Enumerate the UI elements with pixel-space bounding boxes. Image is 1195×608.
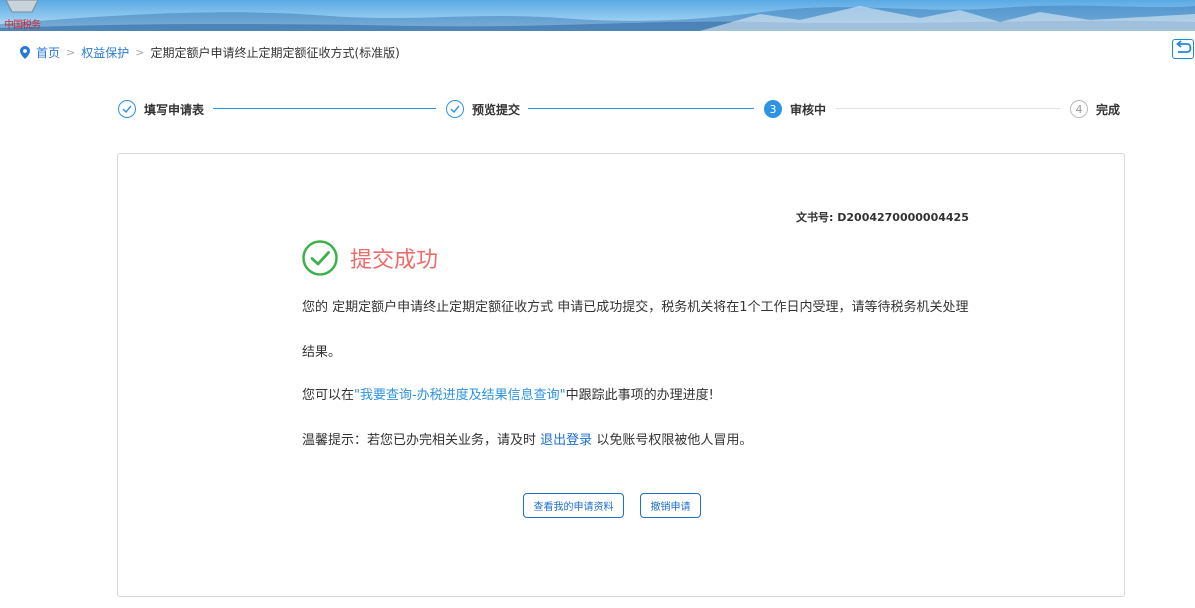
logout-reminder: 温馨提示：若您已办完相关业务，请及时 退出登录 以免账号权限被他人冒用。 [302,429,752,448]
reminder-suffix: 以免账号权限被他人冒用。 [596,433,753,448]
emblem-icon [5,0,39,13]
tip-prefix: 您可以在 [302,388,355,403]
return-arrow-icon [1176,40,1192,53]
result-message-line1: 您的 定期定额户申请终止定期定额征收方式 申请已成功提交，税务机关将在1个工作日… [302,300,969,315]
step-fill-form: 填写申请表 [118,97,204,121]
check-icon [446,100,464,118]
reminder-prefix: 温馨提示：若您已办完相关业务，请及时 [302,433,537,448]
step-reviewing: 3 审核中 [764,97,826,121]
step-connector [528,108,754,109]
step-connector [213,108,436,109]
step-connector [836,108,1060,109]
document-number-value: D2004270000004425 [837,211,969,224]
success-heading: 提交成功 [302,240,438,276]
step-label: 填写申请表 [144,102,205,117]
progress-steps: 填写申请表 预览提交 3 审核中 4 完成 [0,97,1195,121]
result-message-line2: 结果。 [302,345,342,360]
step-preview-submit: 预览提交 [446,97,520,121]
view-application-button[interactable]: 查看我的申请资料 [523,493,624,518]
breadcrumb-current: 定期定额户申请终止定期定额征收方式(标准版) [150,45,400,60]
breadcrumb-separator: > [66,45,76,59]
check-icon [118,100,136,118]
step-label: 预览提交 [472,102,521,117]
step-number: 3 [764,100,782,118]
revoke-application-button[interactable]: 撤销申请 [640,493,701,518]
result-card [117,153,1125,597]
tip-suffix: 中跟踪此事项的办理进度! [565,388,714,403]
back-button[interactable] [1172,39,1194,59]
progress-query-link[interactable]: "我要查询-办税进度及结果信息查询" [354,388,566,403]
success-title: 提交成功 [350,248,439,273]
step-label: 审核中 [790,102,827,117]
tax-logo: 中国税务 [2,0,64,31]
breadcrumb-home-link[interactable]: 首页 [36,44,60,61]
breadcrumb-rights-link[interactable]: 权益保护 [81,44,129,61]
step-complete: 4 完成 [1070,97,1120,121]
location-pin-icon [20,45,30,59]
step-label: 完成 [1096,102,1121,117]
mountain-scenery-icon [0,5,1195,31]
document-number-label: 文书号: [796,211,834,224]
document-number: 文书号: D2004270000004425 [796,209,969,225]
progress-query-tip: 您可以在"我要查询-办税进度及结果信息查询"中跟踪此事项的办理进度! [302,384,714,403]
logout-link[interactable]: 退出登录 [540,433,592,448]
logo-text: 中国税务 [4,20,41,31]
breadcrumb-separator: > [135,45,145,59]
success-check-icon [302,240,338,276]
breadcrumb: 首页 > 权益保护 > 定期定额户申请终止定期定额征收方式(标准版) [20,43,400,61]
header-banner: 中国税务 [0,0,1195,31]
step-number: 4 [1070,100,1088,118]
